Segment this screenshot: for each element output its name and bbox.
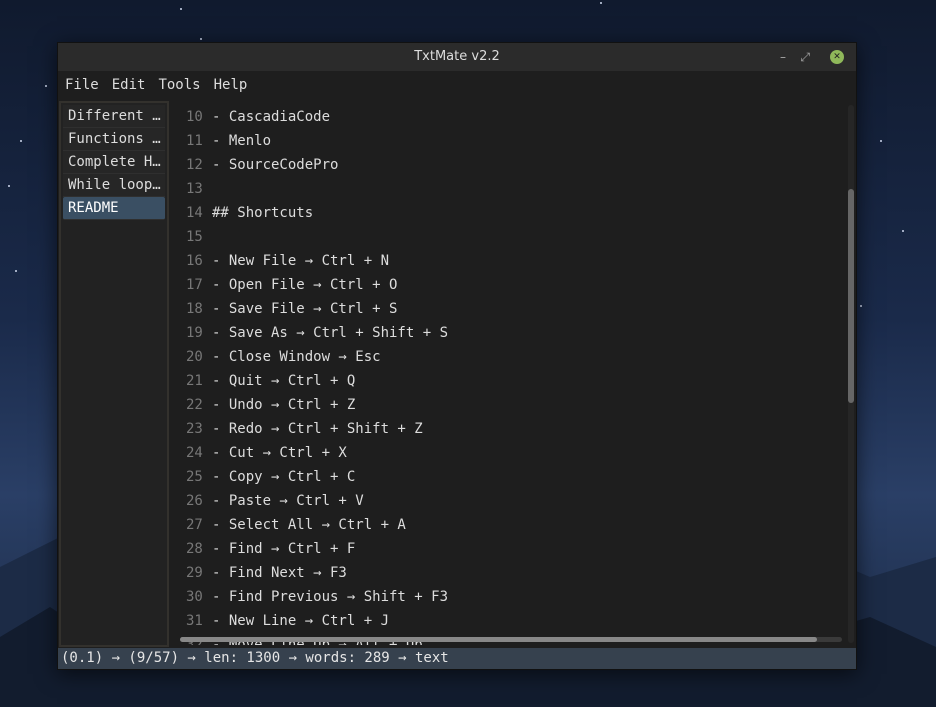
line-number: 21 <box>186 373 203 389</box>
editor-line[interactable]: 30 - Find Previous → Shift + F3 <box>176 585 848 609</box>
maximize-icon[interactable]: ⤢ <box>800 43 810 71</box>
editor-line[interactable]: 19 - Save As → Ctrl + Shift + S <box>176 321 848 345</box>
editor-line[interactable]: 17 - Open File → Ctrl + O <box>176 273 848 297</box>
editor-line[interactable]: 12 - SourceCodePro <box>176 153 848 177</box>
line-number: 30 <box>186 589 203 605</box>
line-text: - Redo → Ctrl + Shift + Z <box>212 421 423 437</box>
menu-tools[interactable]: Tools <box>158 71 200 99</box>
line-number: 17 <box>186 277 203 293</box>
line-number: 31 <box>186 613 203 629</box>
editor-line[interactable]: 18 - Save File → Ctrl + S <box>176 297 848 321</box>
editor-line[interactable]: 13 <box>176 177 848 201</box>
line-number: 11 <box>186 133 203 149</box>
line-number: 10 <box>186 109 203 125</box>
line-number: 22 <box>186 397 203 413</box>
file-item[interactable]: Functions … <box>63 128 165 151</box>
title-bar[interactable]: TxtMate v2.2 – ⤢ ✕ <box>58 43 856 71</box>
line-text: - CascadiaCode <box>212 109 331 125</box>
editor-line[interactable]: 26 - Paste → Ctrl + V <box>176 489 848 513</box>
line-text: ## Shortcuts <box>212 205 314 221</box>
horizontal-scroll-thumb[interactable] <box>180 637 817 642</box>
line-number: 19 <box>186 325 203 341</box>
line-text: - Copy → Ctrl + C <box>212 469 356 485</box>
line-number: 20 <box>186 349 203 365</box>
menu-file[interactable]: File <box>65 71 99 99</box>
line-number: 24 <box>186 445 203 461</box>
file-list: Different … Functions … Complete H… Whil… <box>59 101 169 647</box>
line-text: - New Line → Ctrl + J <box>212 613 390 629</box>
file-item-selected[interactable]: README <box>63 197 165 220</box>
vertical-scroll-thumb[interactable] <box>848 189 854 403</box>
editor-line[interactable]: 11 - Menlo <box>176 129 848 153</box>
line-number: 27 <box>186 517 203 533</box>
editor-line[interactable]: 31 - New Line → Ctrl + J <box>176 609 848 633</box>
line-text: - Save As → Ctrl + Shift + S <box>212 325 449 341</box>
status-bar: (0.1) → (9/57) → len: 1300 → words: 289 … <box>58 648 856 669</box>
line-text: - Menlo <box>212 133 272 149</box>
file-item[interactable]: Different … <box>63 105 165 128</box>
line-number: 26 <box>186 493 203 509</box>
line-text: - Open File → Ctrl + O <box>212 277 398 293</box>
app-window: TxtMate v2.2 – ⤢ ✕ File Edit Tools Help … <box>57 42 857 670</box>
line-text: - Paste → Ctrl + V <box>212 493 364 509</box>
line-number: 29 <box>186 565 203 581</box>
line-number: 13 <box>186 181 203 197</box>
line-number: 18 <box>186 301 203 317</box>
minimize-icon[interactable]: – <box>780 43 786 71</box>
editor-line[interactable]: 21 - Quit → Ctrl + Q <box>176 369 848 393</box>
editor-line[interactable]: 20 - Close Window → Esc <box>176 345 848 369</box>
line-text: - Find → Ctrl + F <box>212 541 356 557</box>
editor-line[interactable]: 24 - Cut → Ctrl + X <box>176 441 848 465</box>
file-item[interactable]: While loop… <box>63 174 165 197</box>
line-text: - Select All → Ctrl + A <box>212 517 406 533</box>
editor-line[interactable]: 14 ## Shortcuts <box>176 201 848 225</box>
editor-line[interactable]: 10 - CascadiaCode <box>176 105 848 129</box>
line-text: - Save File → Ctrl + S <box>212 301 398 317</box>
window-title: TxtMate v2.2 <box>414 49 500 64</box>
editor-line[interactable]: 28 - Find → Ctrl + F <box>176 537 848 561</box>
editor-line[interactable]: 16 - New File → Ctrl + N <box>176 249 848 273</box>
line-number: 25 <box>186 469 203 485</box>
vertical-scrollbar[interactable] <box>848 105 854 643</box>
menu-help[interactable]: Help <box>214 71 248 99</box>
editor-line[interactable]: 25 - Copy → Ctrl + C <box>176 465 848 489</box>
horizontal-scrollbar[interactable] <box>180 637 842 642</box>
text-editor[interactable]: 10 - CascadiaCode 11 - Menlo 12 - SourceCodeP… <box>176 105 848 645</box>
editor-line[interactable]: 22 - Undo → Ctrl + Z <box>176 393 848 417</box>
line-number: 12 <box>186 157 203 173</box>
line-text: - Close Window → Esc <box>212 349 381 365</box>
line-number: 14 <box>186 205 203 221</box>
line-number: 15 <box>186 229 203 245</box>
editor-line[interactable]: 15 <box>176 225 848 249</box>
editor-line[interactable]: 27 - Select All → Ctrl + A <box>176 513 848 537</box>
close-icon[interactable]: ✕ <box>830 50 844 64</box>
line-number: 23 <box>186 421 203 437</box>
line-number: 16 <box>186 253 203 269</box>
file-item[interactable]: Complete H… <box>63 151 165 174</box>
line-text: - SourceCodePro <box>212 157 339 173</box>
line-number: 28 <box>186 541 203 557</box>
editor-line[interactable]: 23 - Redo → Ctrl + Shift + Z <box>176 417 848 441</box>
editor-line[interactable]: 29 - Find Next → F3 <box>176 561 848 585</box>
menu-edit[interactable]: Edit <box>112 71 146 99</box>
line-text: - Cut → Ctrl + X <box>212 445 347 461</box>
line-text: - Undo → Ctrl + Z <box>212 397 356 413</box>
line-text: - Find Next → F3 <box>212 565 347 581</box>
line-text: - New File → Ctrl + N <box>212 253 390 269</box>
line-text: - Quit → Ctrl + Q <box>212 373 356 389</box>
menu-bar: File Edit Tools Help <box>58 71 856 99</box>
line-text: - Find Previous → Shift + F3 <box>212 589 449 605</box>
